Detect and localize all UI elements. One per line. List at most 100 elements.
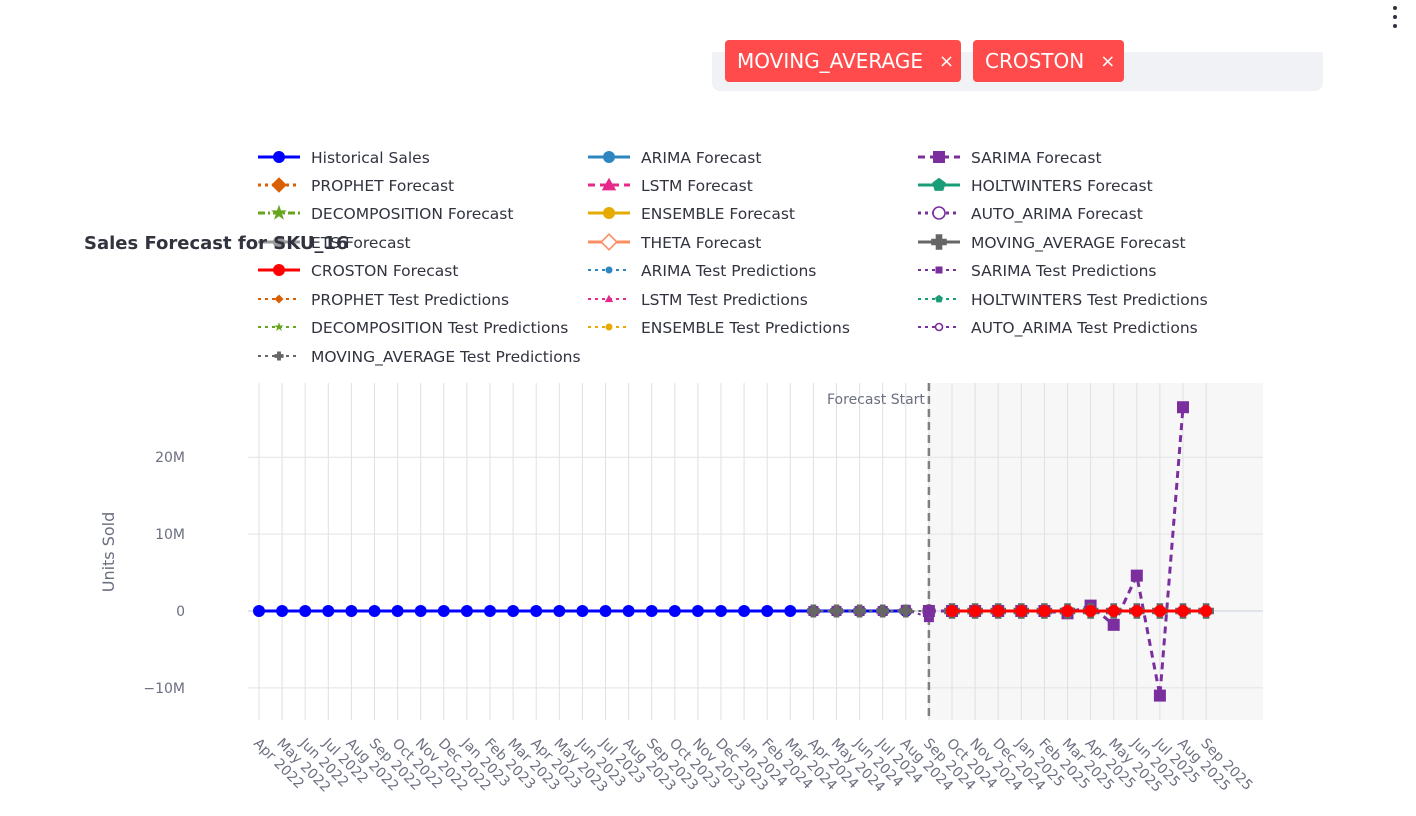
legend-marker [605,323,613,331]
legend-label: AUTO_ARIMA Test Predictions [971,319,1198,338]
legend-label: ENSEMBLE Forecast [641,205,795,223]
data-point [1153,605,1166,617]
data-point [1038,605,1051,617]
data-point [391,605,404,617]
data-point [345,605,358,617]
data-point [1107,618,1120,631]
data-point [969,605,982,617]
legend-label: DECOMPOSITION Test Predictions [311,319,568,337]
legend-item: HOLTWINTERS Test Predictions [918,291,1208,309]
legend-label: DECOMPOSITION Forecast [311,205,513,223]
sales-forecast-chart: Historical Sales ARIMA Forecast SARIMA For… [84,149,1263,796]
data-point [576,605,589,617]
legend-item: DECOMPOSITION Forecast [258,204,513,223]
legend-label: HOLTWINTERS Forecast [971,177,1153,195]
data-point [368,605,381,617]
legend-item: SARIMA Forecast [918,149,1102,167]
chart-legend[interactable]: Historical Sales ARIMA Forecast SARIMA For… [258,149,1208,367]
data-point [599,605,612,617]
legend-label: ENSEMBLE Test Predictions [641,319,850,337]
legend-item: AUTO_ARIMA Forecast [918,205,1143,224]
legend-marker [933,151,945,163]
legend-marker [932,206,946,220]
data-point [1200,605,1213,617]
legend-item: ENSEMBLE Forecast [588,205,795,223]
data-point [691,605,704,617]
data-point [1153,689,1166,702]
data-point [299,605,312,617]
legend-marker [271,177,287,193]
data-point [715,605,727,617]
data-point [1177,605,1189,617]
legend-marker [274,294,284,304]
legend-label: PROPHET Forecast [311,177,454,195]
y-tick-label: −10M [143,681,185,697]
data-point [276,605,289,617]
legend-item: SARIMA Test Predictions [918,262,1157,280]
y-axis-label: Units Sold [99,512,118,593]
data-point [414,605,427,617]
y-tick-label: 10M [155,527,185,543]
legend-marker [931,234,947,250]
data-point [761,605,774,617]
data-point [992,605,1005,617]
data-point [784,605,797,617]
data-point [668,605,681,617]
legend-label: MOVING_AVERAGE Test Predictions [311,348,581,367]
chart-title: Sales Forecast for SKU_16 [84,233,349,254]
legend-marker [932,177,946,191]
legend-item: DECOMPOSITION Test Predictions [258,319,568,337]
legend-item: HOLTWINTERS Forecast [918,177,1153,195]
data-point [530,605,543,617]
legend-item: ARIMA Forecast [588,149,761,167]
y-tick-label: 20M [155,450,185,466]
data-point [1061,605,1074,617]
legend-item: Historical Sales [258,149,430,167]
legend-label: LSTM Test Predictions [641,291,808,309]
forecast-region [928,383,1263,720]
legend-item: LSTM Forecast [588,177,753,195]
legend-marker [273,264,285,276]
data-point [1084,605,1097,617]
data-point [322,605,335,617]
legend-item: AUTO_ARIMA Test Predictions [918,319,1198,338]
data-point [946,605,958,617]
legend-label: THETA Forecast [640,234,761,252]
data-point [622,605,635,617]
legend-item: LSTM Test Predictions [588,291,808,309]
forecast-start-label: Forecast Start [827,392,925,408]
legend-marker [935,266,943,274]
legend-marker [603,207,615,219]
legend-marker [274,322,284,331]
data-point [922,605,935,617]
legend-marker [273,151,285,163]
data-point [253,605,265,617]
data-point [738,605,751,617]
legend-item: PROPHET Test Predictions [258,291,509,309]
legend-item: ARIMA Test Predictions [588,262,816,280]
legend-label: LSTM Forecast [641,177,753,195]
data-point [484,605,496,617]
legend-item: ENSEMBLE Test Predictions [588,319,850,337]
y-tick-label: 0 [176,604,185,620]
legend-label: AUTO_ARIMA Forecast [971,205,1143,224]
data-point [460,605,473,617]
data-point [437,605,450,617]
legend-item: MOVING_AVERAGE Forecast [918,234,1186,253]
legend-label: Historical Sales [311,149,430,167]
data-point [1177,401,1189,414]
legend-label: HOLTWINTERS Test Predictions [971,291,1208,309]
legend-label: ARIMA Forecast [641,149,761,167]
legend-marker [603,151,615,163]
legend-marker [935,294,943,303]
data-point [1015,605,1028,617]
data-point [645,605,658,617]
legend-label: CROSTON Forecast [311,262,458,280]
data-point [507,605,520,617]
legend-label: MOVING_AVERAGE Forecast [971,234,1186,253]
data-point [1130,605,1143,617]
legend-label: PROPHET Test Predictions [311,291,509,309]
legend-marker [605,266,613,274]
legend-item: CROSTON Forecast [258,262,458,280]
legend-marker [274,351,284,361]
